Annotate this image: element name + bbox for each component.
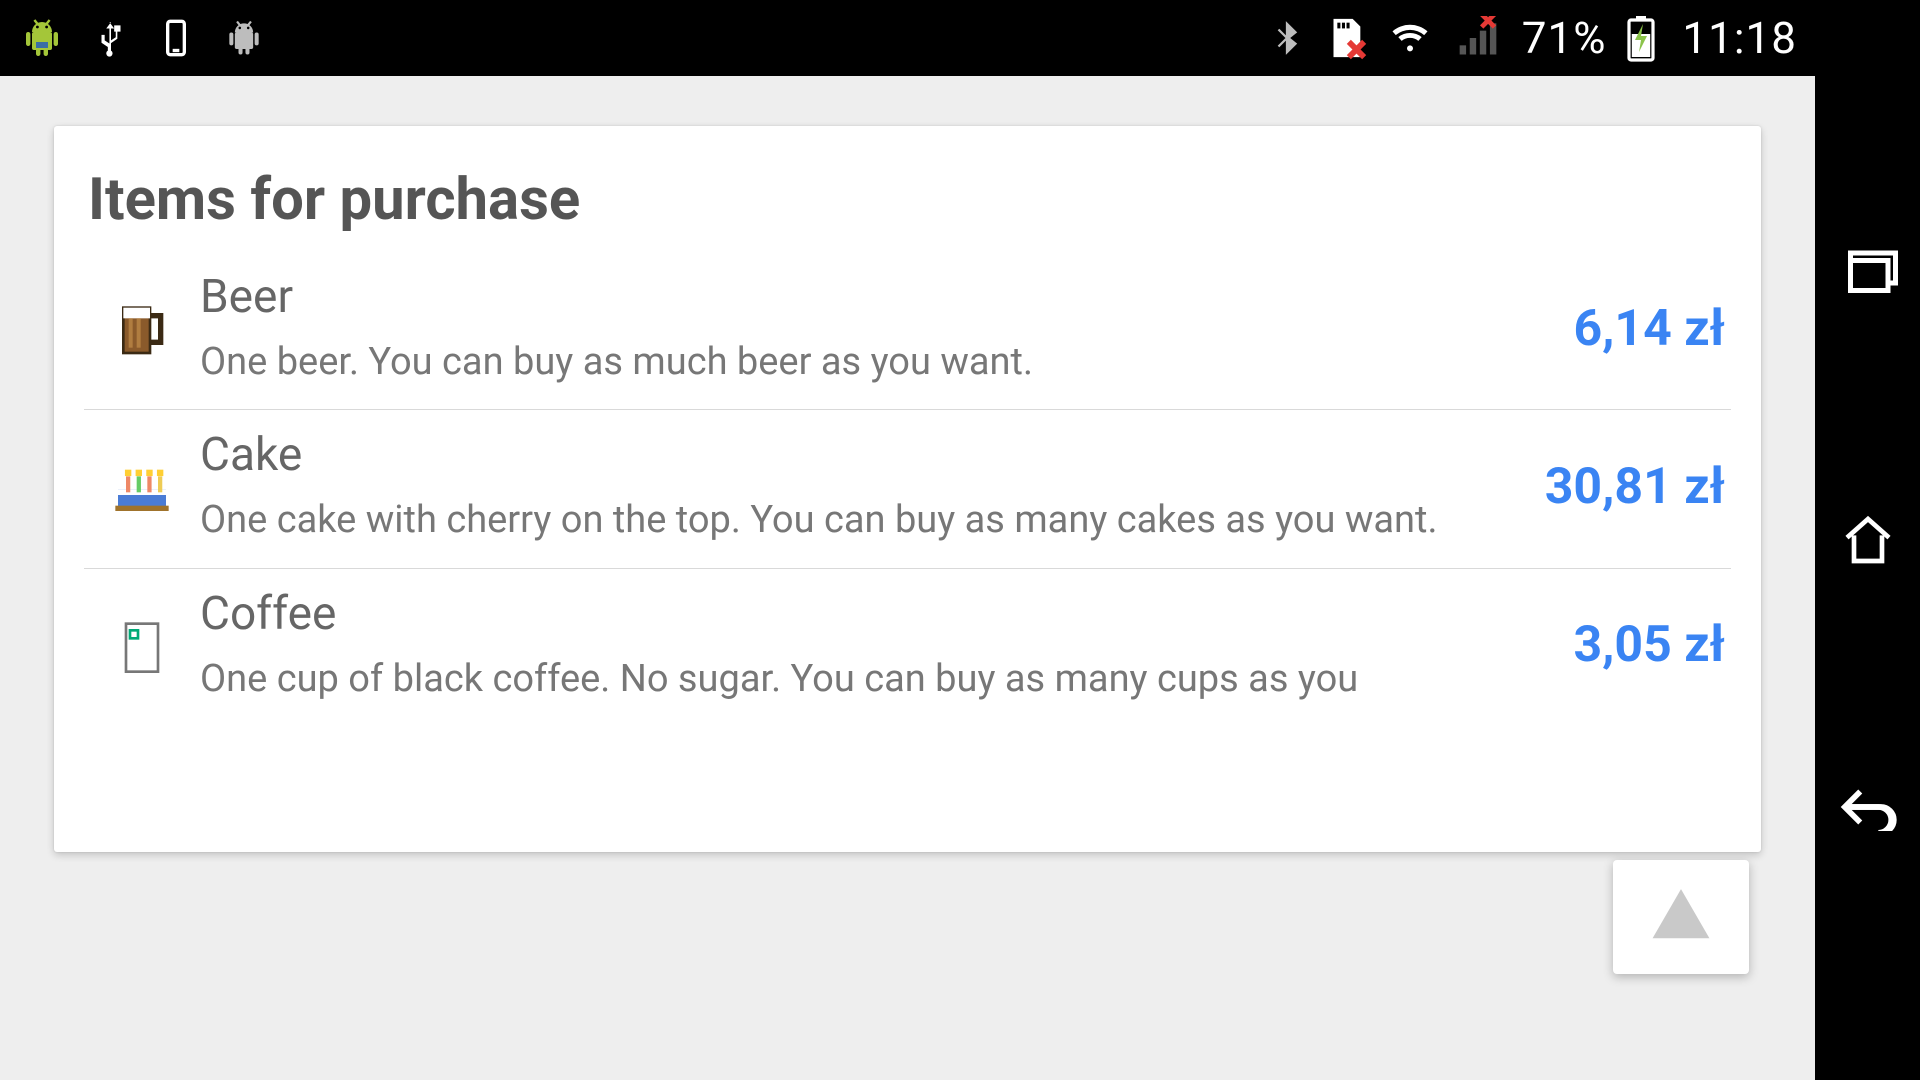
item-list: Beer One beer. You can buy as much beer … xyxy=(84,252,1731,726)
list-item[interactable]: Beer One beer. You can buy as much beer … xyxy=(84,252,1731,410)
item-desc: One cup of black coffee. No sugar. You c… xyxy=(200,655,1551,704)
android-system-icon xyxy=(222,14,266,62)
battery-percentage: 71% xyxy=(1522,12,1607,64)
coffee-icon xyxy=(84,613,200,677)
item-text: Cake One cake with cherry on the top. Yo… xyxy=(200,428,1523,545)
battery-charging-icon xyxy=(1624,14,1658,62)
android-debug-icon xyxy=(18,13,66,63)
device-icon xyxy=(156,13,196,63)
item-text: Coffee One cup of black coffee. No sugar… xyxy=(200,587,1551,704)
item-price: 6,14 zł xyxy=(1551,300,1725,358)
list-item[interactable]: Cake One cake with cherry on the top. Yo… xyxy=(84,410,1731,568)
item-title: Beer xyxy=(200,270,1551,324)
warning-icon xyxy=(1646,884,1716,950)
bluetooth-icon xyxy=(1270,16,1304,60)
beer-icon xyxy=(84,297,200,361)
status-left xyxy=(18,12,266,64)
item-price: 3,05 zł xyxy=(1551,616,1725,674)
content-area: Items for purchase Beer O xyxy=(0,76,1815,1080)
page-title: Items for purchase xyxy=(88,166,1731,234)
cake-icon xyxy=(84,459,200,515)
alert-button[interactable] xyxy=(1613,860,1749,974)
back-button[interactable] xyxy=(1833,772,1903,842)
item-text: Beer One beer. You can buy as much beer … xyxy=(200,270,1551,387)
item-desc: One cake with cherry on the top. You can… xyxy=(200,496,1523,545)
item-title: Cake xyxy=(200,428,1523,482)
list-item[interactable]: Coffee One cup of black coffee. No sugar… xyxy=(84,569,1731,726)
sd-card-error-icon xyxy=(1322,15,1368,61)
usb-icon xyxy=(92,12,130,64)
signal-no-service-icon xyxy=(1452,16,1504,60)
screen: 71% 11:18 Items for purchase xyxy=(0,0,1815,1080)
item-desc: One beer. You can buy as much beer as yo… xyxy=(200,338,1551,387)
item-title: Coffee xyxy=(200,587,1551,641)
system-nav-bar xyxy=(1815,0,1920,1080)
purchase-card: Items for purchase Beer O xyxy=(54,126,1761,852)
home-button[interactable] xyxy=(1833,505,1903,575)
wifi-icon xyxy=(1386,18,1434,58)
recent-apps-button[interactable] xyxy=(1833,238,1903,308)
item-price: 30,81 zł xyxy=(1523,458,1725,516)
status-bar: 71% 11:18 xyxy=(0,0,1815,76)
status-right: 71% 11:18 xyxy=(1270,12,1797,64)
status-clock: 11:18 xyxy=(1682,12,1797,64)
